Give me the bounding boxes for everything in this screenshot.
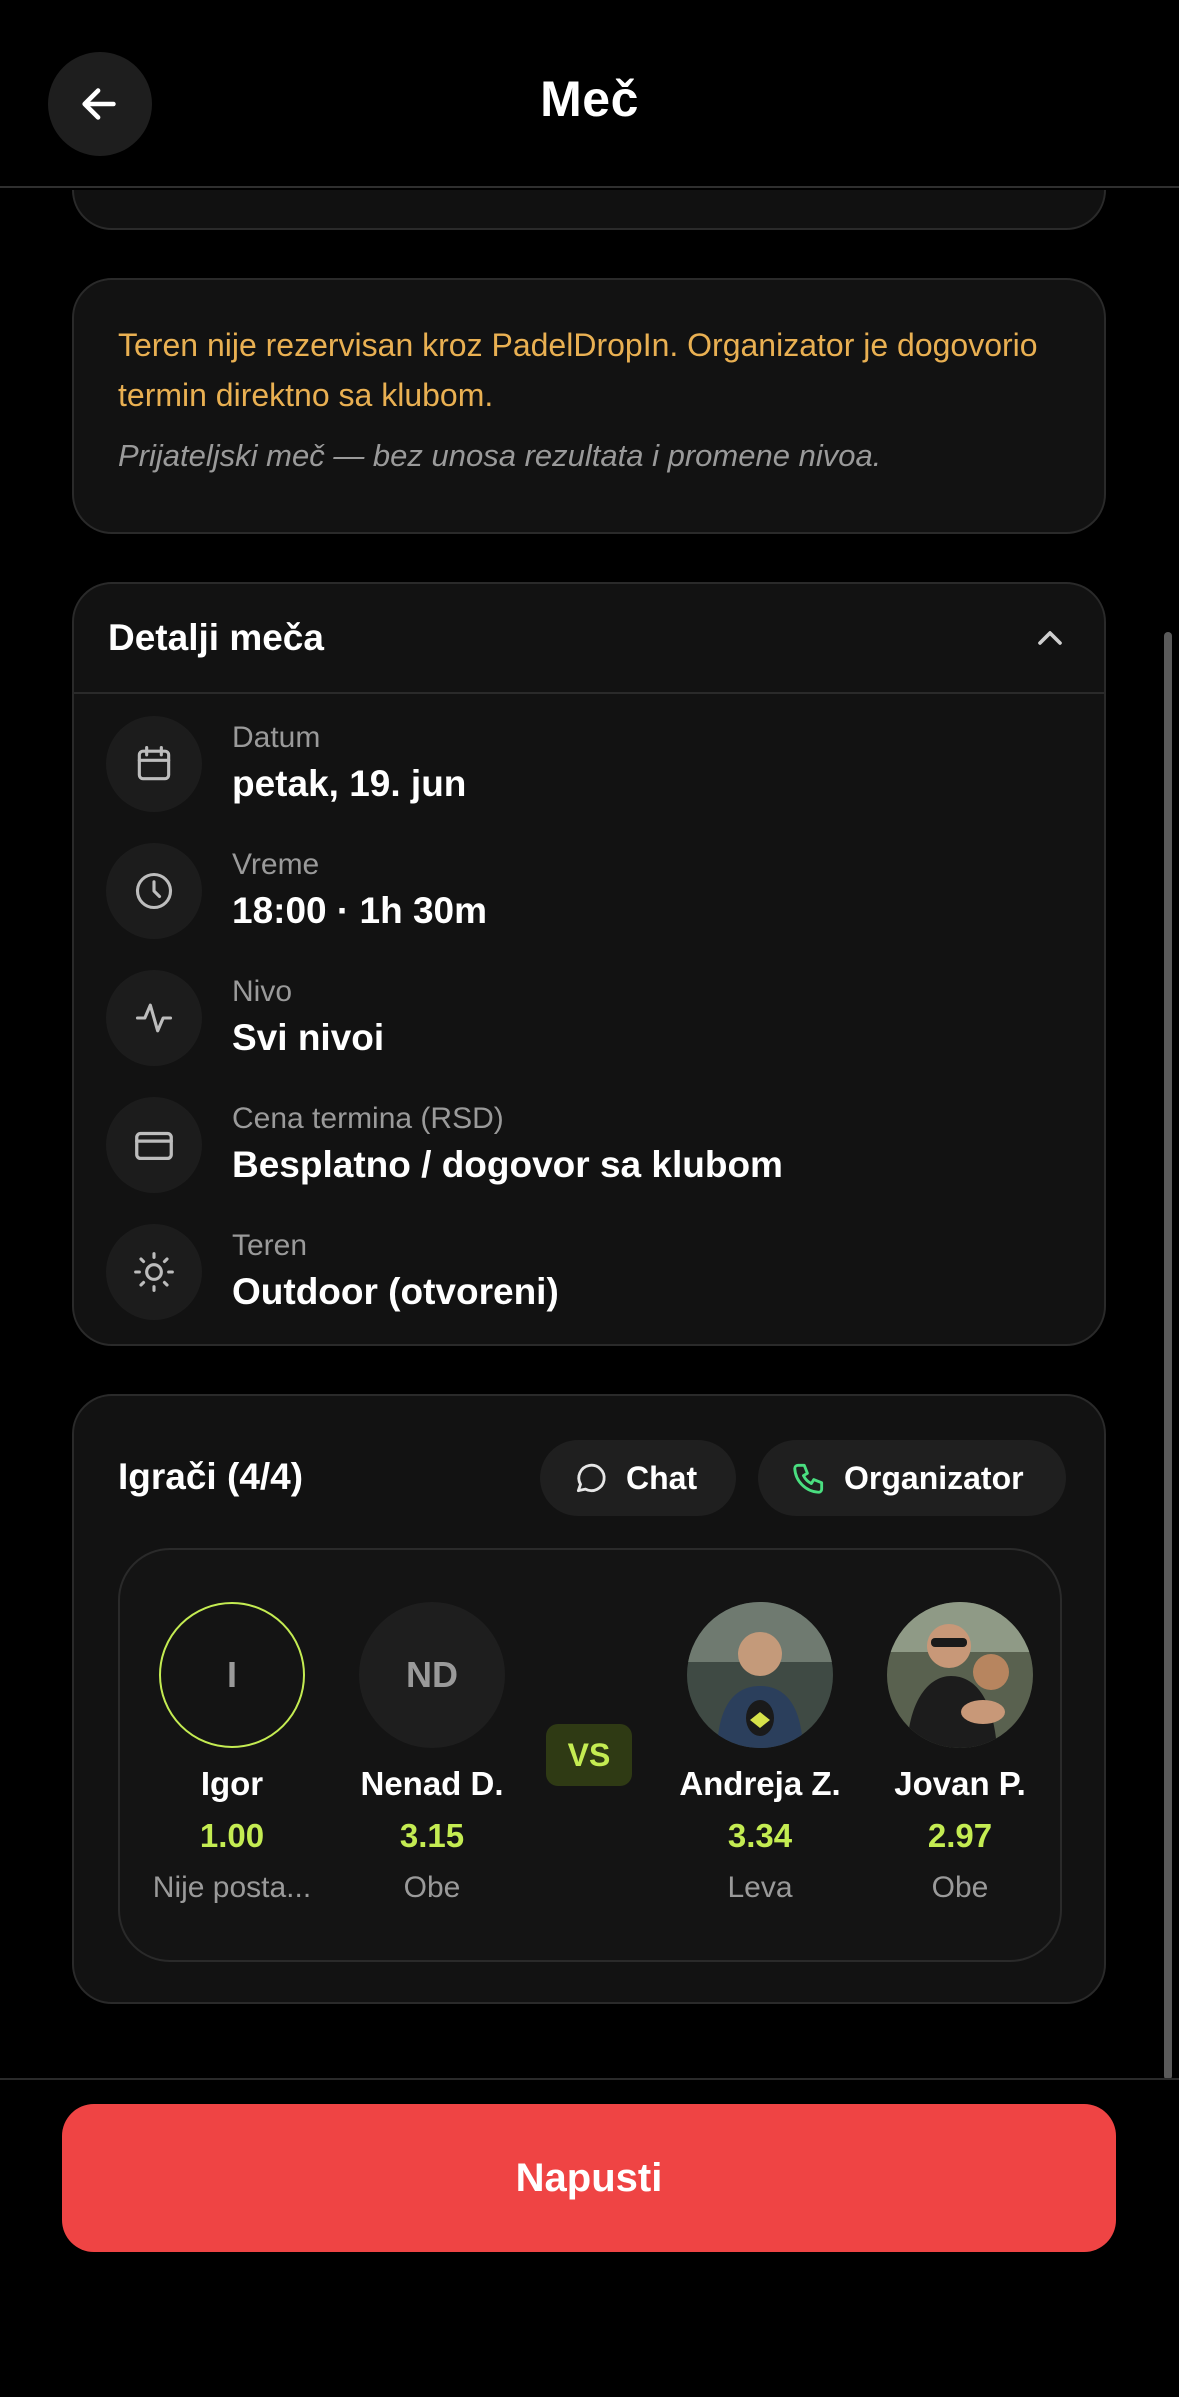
match-screen: Meč Teren nije rezervisan kroz PadelDrop… [0,0,1179,2397]
detail-value: Besplatno / dogovor sa klubom [232,1144,783,1185]
player-side: Obe [931,1871,989,1904]
details-header[interactable]: Detalji meča [74,584,1104,694]
detail-label: Cena termina (RSD) [232,1102,504,1135]
page-title: Meč [540,71,639,127]
players-card: Igrači (4/4) Chat Organizator I Igor 1.0… [72,1394,1106,2004]
detail-value: petak, 19. jun [232,763,467,804]
detail-row-date: Datum petak, 19. jun [106,714,466,814]
player-card[interactable]: Jovan P. 2.97 Obe [870,1602,1050,1908]
activity-icon [106,970,202,1066]
scroll-content[interactable]: Teren nije rezervisan kroz PadelDropIn. … [0,190,1179,2078]
player-card[interactable]: ND Nenad D. 3.15 Obe [342,1602,522,1908]
detail-row-level: Nivo Svi nivoi [106,968,384,1068]
clock-icon [106,843,202,939]
details-title: Detalji meča [108,617,324,658]
previous-card [72,190,1106,230]
card-icon [106,1097,202,1193]
detail-label: Teren [232,1229,308,1262]
detail-label: Datum [232,721,321,754]
player-side: Obe [403,1871,461,1904]
player-name: Jovan P. [894,1765,1026,1802]
detail-row-court: Teren Outdoor (otvoreni) [106,1222,559,1322]
detail-row-time: Vreme 18:00 · 1h 30m [106,841,487,941]
chat-icon [576,1463,606,1493]
vs-badge: VS [546,1724,632,1786]
player-rating: 1.00 [199,1817,265,1854]
notice-card: Teren nije rezervisan kroz PadelDropIn. … [72,278,1106,534]
player-card[interactable]: I Igor 1.00 Nije posta... [142,1602,322,1908]
player-rating: 2.97 [927,1817,993,1854]
player-side: Nije posta... [152,1871,312,1904]
player-card[interactable]: Andreja Z. 3.34 Leva [670,1602,850,1908]
bottom-action-bar: Napusti [0,2078,1179,2397]
player-rating: 3.34 [727,1817,793,1854]
avatar: I [159,1602,305,1748]
organizer-call-button[interactable]: Organizator [758,1440,1066,1516]
avatar: ND [359,1602,505,1748]
sun-icon [106,1224,202,1320]
detail-label: Nivo [232,975,293,1008]
detail-value: Svi nivoi [232,1017,385,1058]
player-name: Andreja Z. [679,1765,841,1802]
leave-button[interactable]: Napusti [62,2104,1116,2252]
player-name: Nenad D. [360,1765,504,1802]
booking-warning-text: Teren nije rezervisan kroz PadelDropIn. … [118,327,1038,413]
match-details-card: Detalji meča Datum petak, 19. jun Vreme … [72,582,1106,1346]
player-rating: 3.15 [399,1817,465,1854]
detail-value: Outdoor (otvoreni) [232,1271,559,1312]
friendly-match-note: Prijateljski meč — bez unosa rezultata i… [118,438,882,473]
player-side: Leva [727,1871,793,1904]
player-name: Igor [200,1765,264,1802]
avatar-photo [687,1602,833,1748]
detail-row-price: Cena termina (RSD) Besplatno / dogovor s… [106,1095,783,1195]
players-title: Igrači (4/4) [118,1456,304,1497]
calendar-icon [106,716,202,812]
detail-label: Vreme [232,848,320,881]
chat-button[interactable]: Chat [540,1440,736,1516]
detail-value: 18:00 · 1h 30m [232,890,488,931]
top-bar: Meč [0,0,1179,188]
avatar-photo [887,1602,1033,1748]
organizer-label: Organizator [844,1459,1024,1496]
chevron-up-icon [1038,631,1062,645]
teams-lineup: I Igor 1.00 Nije posta... ND Nenad D. 3.… [118,1548,1062,1962]
chat-label: Chat [626,1459,698,1496]
phone-icon [793,1463,824,1494]
scrollbar[interactable] [1164,632,1172,2080]
